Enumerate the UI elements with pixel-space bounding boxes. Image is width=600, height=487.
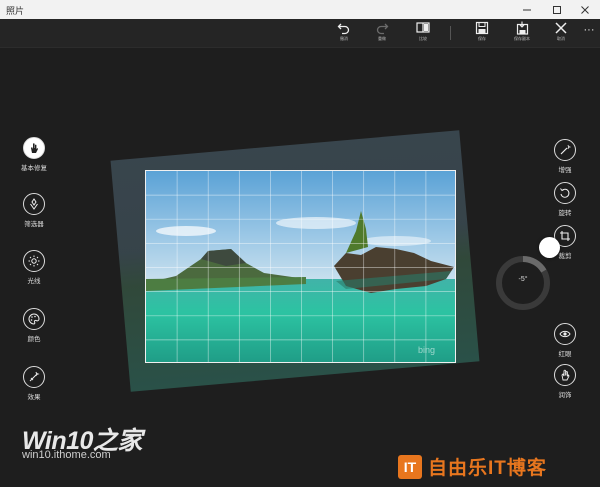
save-copy-label: 保存副本	[514, 36, 530, 41]
win10-url-watermark: win10.ithome.com	[22, 449, 111, 461]
ithome-watermark: IT 自由乐IT博客	[398, 453, 547, 480]
tool-basic-fix[interactable]: 基本修复	[14, 137, 54, 172]
save-icon	[475, 21, 489, 35]
rotate-icon	[560, 188, 570, 198]
rotation-value: -5°	[518, 276, 528, 283]
more-icon: ···	[583, 24, 595, 36]
undo-icon	[337, 23, 350, 35]
red-eye-label: 红眼	[558, 351, 572, 358]
filters-label: 筛选器	[24, 221, 44, 228]
color-label: 颜色	[27, 336, 41, 343]
undo-label: 撤消	[340, 36, 348, 41]
wand-icon	[560, 144, 571, 155]
window-title: 照片	[6, 6, 25, 16]
tool-retouch[interactable]: 润饰	[545, 364, 585, 399]
rotate-label: 旋转	[558, 210, 572, 217]
enhance-button[interactable]	[554, 139, 576, 161]
rotate-button[interactable]	[554, 182, 576, 204]
save-label: 保存	[478, 36, 486, 41]
ithome-brand-text: 自由乐IT博客	[428, 458, 547, 479]
retouch-icon	[561, 369, 570, 381]
title-bar: 照片	[0, 0, 600, 19]
color-button[interactable]	[23, 308, 45, 330]
retouch-button[interactable]	[554, 364, 576, 386]
close-icon	[581, 5, 589, 14]
ithome-logo-icon: IT	[398, 454, 422, 479]
undo-button[interactable]: 撤消	[329, 21, 359, 45]
basic-fix-button[interactable]	[23, 137, 45, 159]
save-button[interactable]: 保存	[467, 21, 497, 45]
hand-icon	[31, 143, 38, 153]
more-button[interactable]: ···	[579, 21, 599, 45]
crop-label: 裁剪	[558, 253, 572, 260]
crop-grid	[146, 171, 455, 362]
toolbar-divider	[450, 26, 451, 40]
compare-icon	[416, 22, 430, 33]
cancel-icon	[555, 22, 567, 34]
save-copy-icon	[516, 21, 529, 35]
close-button[interactable]	[570, 0, 600, 19]
tool-light[interactable]: 光线	[14, 250, 54, 285]
maximize-button[interactable]	[542, 0, 572, 19]
compare-label: 比较	[419, 36, 427, 41]
enhance-label: 增强	[558, 167, 572, 174]
photo-canvas[interactable]: bing	[145, 170, 456, 363]
effects-button[interactable]	[23, 366, 45, 388]
effects-label: 效果	[27, 394, 41, 401]
retouch-label: 润饰	[558, 392, 572, 399]
rotation-knob[interactable]	[539, 237, 560, 258]
palette-icon	[28, 313, 40, 325]
sun-icon	[28, 255, 40, 267]
filter-icon	[30, 198, 38, 210]
redo-icon	[376, 23, 389, 35]
rotation-dial[interactable]	[495, 255, 551, 311]
tool-enhance[interactable]: 增强	[545, 139, 585, 174]
compare-button[interactable]: 比较	[408, 21, 438, 45]
tool-rotate[interactable]: 旋转	[545, 182, 585, 217]
eye-icon	[559, 330, 571, 338]
basic-fix-label: 基本修复	[21, 165, 47, 172]
tool-effects[interactable]: 效果	[14, 366, 54, 401]
edit-toolbar: 撤消 重做 比较 保存 保存副本 取消 ···	[0, 19, 600, 48]
cancel-button[interactable]: 取消	[546, 21, 576, 45]
redo-label: 重做	[378, 36, 386, 41]
red-eye-button[interactable]	[554, 323, 576, 345]
tool-filters[interactable]: 筛选器	[14, 193, 54, 228]
maximize-icon	[553, 5, 561, 14]
tool-color[interactable]: 颜色	[14, 308, 54, 343]
effects-icon	[29, 371, 40, 382]
minimize-icon	[523, 9, 531, 10]
crop-icon	[560, 231, 570, 241]
filters-button[interactable]	[23, 193, 45, 215]
light-button[interactable]	[23, 250, 45, 272]
light-label: 光线	[27, 278, 41, 285]
tool-red-eye[interactable]: 红眼	[545, 323, 585, 358]
save-copy-button[interactable]: 保存副本	[507, 21, 537, 45]
redo-button[interactable]: 重做	[367, 21, 397, 45]
minimize-button[interactable]	[512, 0, 542, 19]
cancel-label: 取消	[557, 36, 565, 41]
